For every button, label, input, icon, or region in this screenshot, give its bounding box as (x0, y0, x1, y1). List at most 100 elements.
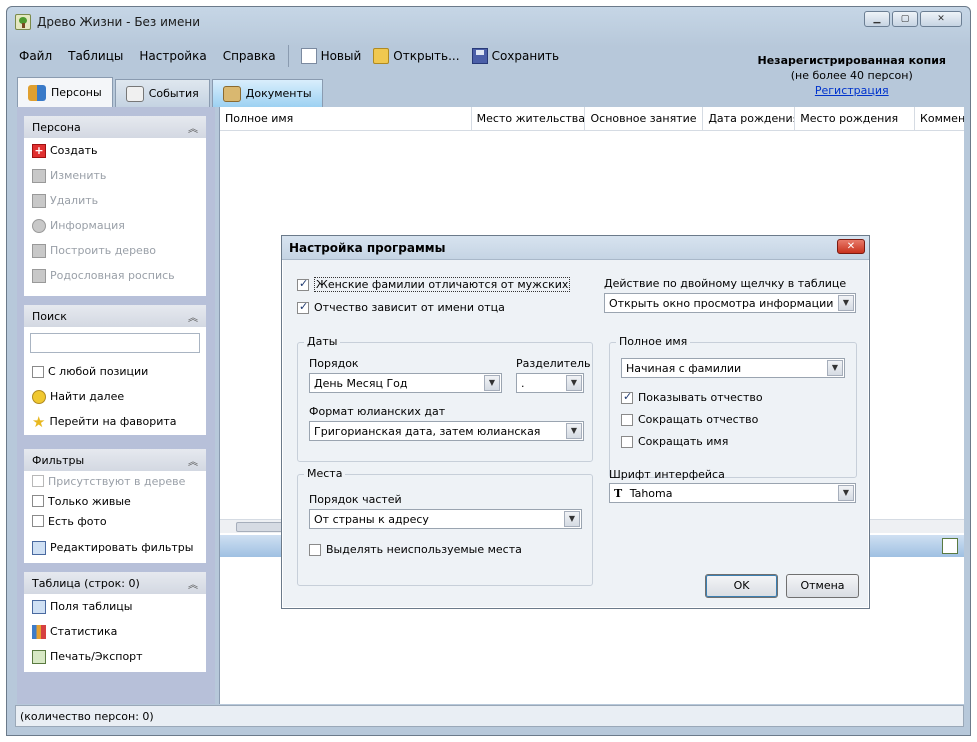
fullname-group: Полное имя Начиная с фамилии ▼ Показыват… (609, 335, 857, 478)
column-birth-place[interactable]: Место рождения (795, 107, 916, 130)
female-surnames-check[interactable] (297, 277, 309, 291)
search-group-header[interactable]: Поиск ︽ (24, 305, 206, 327)
table-fields-icon (32, 599, 46, 614)
build-tree-item[interactable]: Построить дерево (24, 238, 206, 263)
maximize-button[interactable]: ▢ (892, 11, 918, 27)
table-fields-item[interactable]: Поля таблицы (24, 594, 206, 619)
save-disk-icon (471, 48, 488, 64)
search-input[interactable] (30, 333, 200, 353)
shorten-patronymic-label: Сокращать отчество (638, 413, 759, 426)
dropdown-arrow-icon: ▼ (838, 485, 854, 501)
menu-settings[interactable]: Настройка (131, 49, 214, 63)
shorten-name-check[interactable] (621, 435, 633, 448)
delete-icon (32, 193, 46, 208)
fullname-select[interactable]: Начиная с фамилии ▼ (621, 358, 845, 378)
table-group-header[interactable]: Таблица (строк: 0) ︽ (24, 572, 206, 594)
unregistered-limit: (не более 40 персон) (790, 69, 913, 82)
dropdown-arrow-icon: ▼ (566, 423, 582, 439)
show-patronymic-option[interactable]: Показывать отчество (621, 390, 763, 404)
edit-filters-label: Редактировать фильтры (50, 541, 194, 554)
fullname-value: Начиная с фамилии (626, 362, 742, 375)
highlight-unused-option[interactable]: Выделять неиспользуемые места (309, 543, 522, 556)
filters-group-header[interactable]: Фильтры ︽ (24, 449, 206, 471)
find-next-item[interactable]: Найти далее (24, 384, 206, 409)
settings-dialog: Настройка программы ✕ Женские фамилии от… (281, 235, 870, 609)
tab-events-label: События (148, 87, 199, 100)
tab-documents[interactable]: Документы (211, 79, 323, 107)
female-surnames-option[interactable]: Женские фамилии отличаются от мужских (297, 277, 571, 292)
parts-order-select[interactable]: От страны к адресу ▼ (309, 509, 582, 529)
open-folder-icon (373, 48, 390, 64)
goto-favorite-item[interactable]: ★ Перейти на фаворита (24, 409, 206, 434)
highlight-unused-check[interactable] (309, 543, 321, 556)
save-button[interactable]: Сохранить (466, 48, 566, 64)
has-photo-check[interactable] (32, 515, 44, 527)
shorten-name-option[interactable]: Сокращать имя (621, 435, 728, 448)
julian-format-value: Григорианская дата, затем юлианская (314, 425, 541, 438)
person-group: Персона ︽ + Создать Изменить Удалить Инф… (24, 116, 206, 296)
column-occupation[interactable]: Основное занятие (585, 107, 704, 130)
fullname-legend: Полное имя (616, 335, 691, 348)
edit-person-item[interactable]: Изменить (24, 163, 206, 188)
unregistered-title: Незарегистрированная копия (757, 54, 946, 67)
genealogy-item[interactable]: Родословная роспись (24, 263, 206, 288)
column-residence[interactable]: Место жительства (472, 107, 586, 130)
open-button[interactable]: Открыть... (367, 48, 465, 64)
ok-button[interactable]: OK (705, 574, 778, 598)
create-person-item[interactable]: + Создать (24, 138, 206, 163)
cancel-button[interactable]: Отмена (786, 574, 859, 598)
dialog-close-button[interactable]: ✕ (837, 239, 865, 254)
minimize-button[interactable]: ▁ (864, 11, 890, 27)
parts-order-value: От страны к адресу (314, 513, 429, 526)
open-label: Открыть... (393, 49, 460, 63)
menu-help[interactable]: Справка (215, 49, 284, 63)
show-patronymic-check[interactable] (621, 390, 633, 404)
only-alive-filter[interactable]: Только живые (24, 491, 206, 511)
date-order-select[interactable]: День Месяц Год ▼ (309, 373, 502, 393)
patronymic-option[interactable]: Отчество зависит от имени отца (297, 300, 505, 314)
dropdown-arrow-icon: ▼ (827, 360, 843, 376)
dropdown-arrow-icon: ▼ (566, 375, 582, 391)
dblclick-label: Действие по двойному щелчку в таблице (604, 277, 847, 290)
main-tabs: Персоны События Документы (17, 77, 325, 107)
font-select[interactable]: T Tahoma ▼ (609, 483, 856, 503)
delete-person-item[interactable]: Удалить (24, 188, 206, 213)
only-alive-check[interactable] (32, 495, 44, 507)
tab-persons[interactable]: Персоны (17, 77, 113, 107)
collapse-chevron-icon: ︽ (188, 312, 198, 324)
info-person-item[interactable]: Информация (24, 213, 206, 238)
menu-tables[interactable]: Таблицы (60, 49, 131, 63)
person-group-header[interactable]: Персона ︽ (24, 116, 206, 138)
shorten-patronymic-option[interactable]: Сокращать отчество (621, 413, 758, 426)
filters-header-label: Фильтры (32, 453, 85, 467)
in-tree-filter[interactable]: Присутствуют в дереве (24, 471, 206, 491)
dates-legend: Даты (304, 335, 341, 348)
in-tree-label: Присутствуют в дереве (48, 474, 186, 488)
has-photo-filter[interactable]: Есть фото (24, 511, 206, 531)
export-icon[interactable] (942, 538, 958, 554)
close-button[interactable]: ✕ (920, 11, 962, 27)
star-icon: ★ (32, 412, 46, 431)
left-task-panel: Персона ︽ + Создать Изменить Удалить Инф… (17, 107, 215, 704)
tab-events[interactable]: События (114, 79, 210, 107)
date-order-value: День Месяц Год (314, 377, 408, 390)
registration-link[interactable]: Регистрация (758, 83, 946, 98)
any-position-check[interactable] (32, 365, 44, 378)
new-label: Новый (320, 49, 362, 63)
column-full-name[interactable]: Полное имя (220, 107, 472, 130)
menu-file[interactable]: Файл (11, 49, 60, 63)
statistics-item[interactable]: Статистика (24, 619, 206, 644)
patronymic-check[interactable] (297, 300, 309, 314)
column-comment[interactable]: Коммент (915, 107, 964, 130)
shorten-patronymic-check[interactable] (621, 413, 633, 426)
dblclick-select[interactable]: Открыть окно просмотра информации ▼ (604, 293, 856, 313)
any-position-checkbox[interactable]: С любой позиции (24, 359, 206, 384)
column-birth-date[interactable]: Дата рождения (703, 107, 796, 130)
has-photo-label: Есть фото (48, 514, 107, 528)
edit-filters-item[interactable]: Редактировать фильтры (24, 535, 206, 560)
print-export-item[interactable]: Печать/Экспорт (24, 644, 206, 669)
new-button[interactable]: Новый (295, 48, 368, 64)
separator-select[interactable]: . ▼ (516, 373, 584, 393)
julian-format-select[interactable]: Григорианская дата, затем юлианская ▼ (309, 421, 584, 441)
in-tree-check[interactable] (32, 475, 44, 487)
